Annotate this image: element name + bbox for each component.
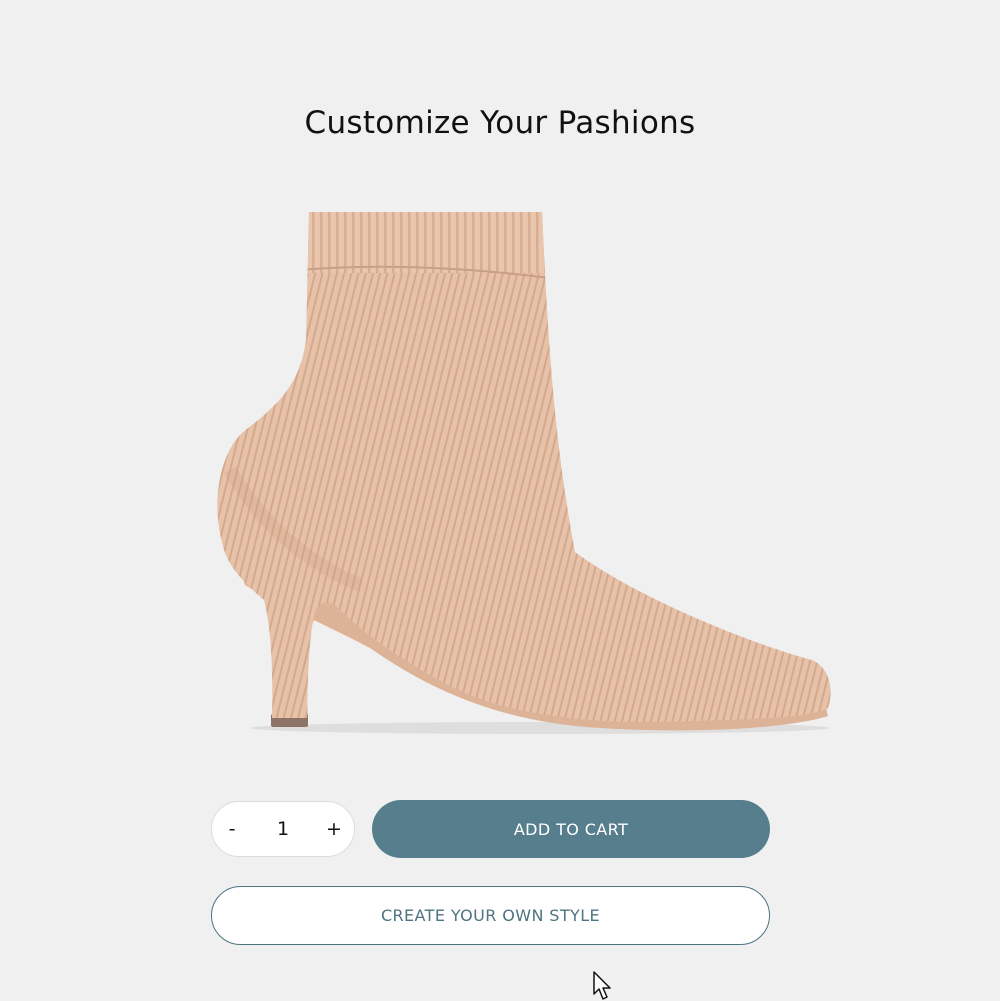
page-title: Customize Your Pashions [304,105,696,141]
quantity-stepper[interactable]: - 1 + [211,801,355,857]
product-image [217,212,831,734]
quantity-value[interactable]: 1 [252,802,314,856]
mouse-cursor-icon [593,971,611,1000]
decrement-button[interactable]: - [212,802,252,856]
add-to-cart-button[interactable]: ADD TO CART [372,800,770,858]
increment-button[interactable]: + [314,802,354,856]
create-your-own-style-button[interactable]: CREATE YOUR OWN STYLE [211,886,770,945]
